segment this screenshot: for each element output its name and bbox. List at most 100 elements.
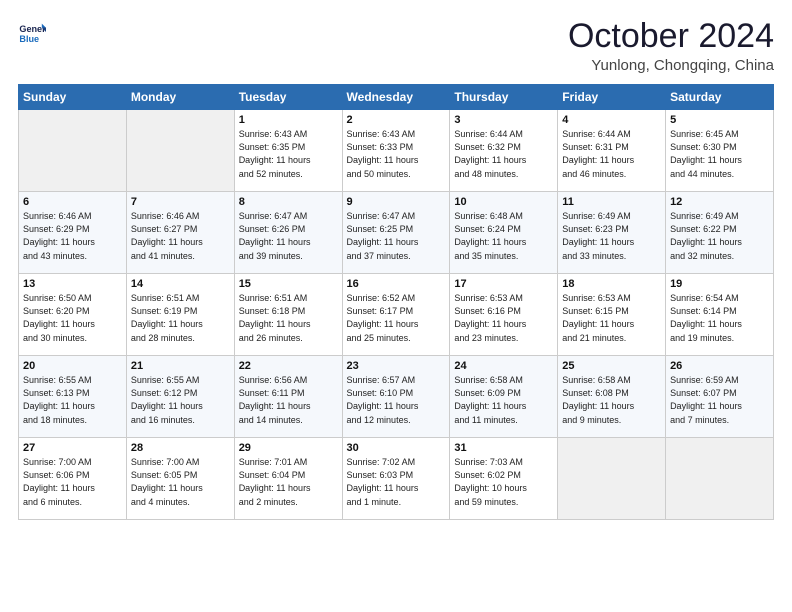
day-number: 23 [347,360,446,372]
day-number: 20 [23,360,122,372]
month-title: October 2024 [568,18,774,55]
calendar-cell: 6Sunrise: 6:46 AM Sunset: 6:29 PM Daylig… [19,192,127,274]
weekday-header-tuesday: Tuesday [234,85,342,110]
calendar-week-row: 20 Sunrise: 6:55 AM Sunset: 6:13 PM Dayli… [19,356,774,438]
day-number: 31 [454,442,553,454]
calendar-cell: 31 Sunrise: 7:03 AM Sunset: 6:02 PM Dayli… [450,438,558,520]
day-number: 10 [454,196,553,208]
day-info: Sunrise: 6:44 AM Sunset: 6:32 PM Dayligh… [454,128,553,180]
day-number: 27 [23,442,122,454]
day-info: Sunrise: 6:46 AM Sunset: 6:27 PM Dayligh… [131,210,230,262]
calendar-cell: 4 Sunrise: 6:44 AM Sunset: 6:31 PM Daylig… [558,110,666,192]
day-info: Sunrise: 6:52 AM Sunset: 6:17 PM Dayligh… [347,292,446,344]
day-number: 3 [454,114,553,126]
weekday-header-row: SundayMondayTuesdayWednesdayThursdayFrid… [19,85,774,110]
day-number: 19 [670,278,769,290]
day-info: Sunrise: 6:53 AM Sunset: 6:15 PM Dayligh… [562,292,661,344]
calendar-cell: 28 Sunrise: 7:00 AM Sunset: 6:05 PM Dayli… [126,438,234,520]
calendar-cell: 27 Sunrise: 7:00 AM Sunset: 6:06 PM Dayli… [19,438,127,520]
calendar-cell: 12 Sunrise: 6:49 AM Sunset: 6:22 PM Dayli… [666,192,774,274]
day-info: Sunrise: 7:03 AM Sunset: 6:02 PM Dayligh… [454,456,553,508]
day-number: 16 [347,278,446,290]
day-number: 2 [347,114,446,126]
calendar-cell: 22 Sunrise: 6:56 AM Sunset: 6:11 PM Dayli… [234,356,342,438]
day-info: Sunrise: 6:51 AM Sunset: 6:18 PM Dayligh… [239,292,338,344]
day-info: Sunrise: 6:46 AM Sunset: 6:29 PM Dayligh… [23,210,122,262]
calendar-cell: 20 Sunrise: 6:55 AM Sunset: 6:13 PM Dayli… [19,356,127,438]
calendar-cell [558,438,666,520]
day-number: 12 [670,196,769,208]
day-number: 25 [562,360,661,372]
calendar-cell: 3 Sunrise: 6:44 AM Sunset: 6:32 PM Daylig… [450,110,558,192]
weekday-header-thursday: Thursday [450,85,558,110]
day-info: Sunrise: 6:57 AM Sunset: 6:10 PM Dayligh… [347,374,446,426]
day-number: 28 [131,442,230,454]
day-number: 24 [454,360,553,372]
calendar-cell: 30Sunrise: 7:02 AM Sunset: 6:03 PM Dayli… [342,438,450,520]
day-info: Sunrise: 6:56 AM Sunset: 6:11 PM Dayligh… [239,374,338,426]
day-info: Sunrise: 6:51 AM Sunset: 6:19 PM Dayligh… [131,292,230,344]
calendar-page: General Blue October 2024 Yunlong, Chong… [0,0,792,612]
location: Yunlong, Chongqing, China [568,57,774,74]
calendar-week-row: 13 Sunrise: 6:50 AM Sunset: 6:20 PM Dayli… [19,274,774,356]
svg-text:Blue: Blue [19,34,39,44]
day-info: Sunrise: 6:58 AM Sunset: 6:09 PM Dayligh… [454,374,553,426]
header: General Blue October 2024 Yunlong, Chong… [18,18,774,74]
title-block: October 2024 Yunlong, Chongqing, China [568,18,774,74]
day-number: 13 [23,278,122,290]
day-info: Sunrise: 6:54 AM Sunset: 6:14 PM Dayligh… [670,292,769,344]
calendar-week-row: 1 Sunrise: 6:43 AM Sunset: 6:35 PM Daylig… [19,110,774,192]
day-info: Sunrise: 7:01 AM Sunset: 6:04 PM Dayligh… [239,456,338,508]
calendar-cell: 23 Sunrise: 6:57 AM Sunset: 6:10 PM Dayli… [342,356,450,438]
day-info: Sunrise: 7:00 AM Sunset: 6:05 PM Dayligh… [131,456,230,508]
day-number: 4 [562,114,661,126]
day-info: Sunrise: 6:55 AM Sunset: 6:12 PM Dayligh… [131,374,230,426]
calendar-week-row: 27 Sunrise: 7:00 AM Sunset: 6:06 PM Dayli… [19,438,774,520]
day-info: Sunrise: 7:00 AM Sunset: 6:06 PM Dayligh… [23,456,122,508]
day-info: Sunrise: 6:49 AM Sunset: 6:23 PM Dayligh… [562,210,661,262]
day-info: Sunrise: 6:55 AM Sunset: 6:13 PM Dayligh… [23,374,122,426]
day-number: 8 [239,196,338,208]
day-info: Sunrise: 6:49 AM Sunset: 6:22 PM Dayligh… [670,210,769,262]
calendar-cell [666,438,774,520]
calendar-cell: 15Sunrise: 6:51 AM Sunset: 6:18 PM Dayli… [234,274,342,356]
calendar-cell: 11 Sunrise: 6:49 AM Sunset: 6:23 PM Dayli… [558,192,666,274]
calendar-cell: 24 Sunrise: 6:58 AM Sunset: 6:09 PM Dayli… [450,356,558,438]
calendar-cell: 7Sunrise: 6:46 AM Sunset: 6:27 PM Daylig… [126,192,234,274]
day-number: 14 [131,278,230,290]
day-info: Sunrise: 6:50 AM Sunset: 6:20 PM Dayligh… [23,292,122,344]
day-number: 21 [131,360,230,372]
calendar-week-row: 6Sunrise: 6:46 AM Sunset: 6:29 PM Daylig… [19,192,774,274]
calendar-cell: 2 Sunrise: 6:43 AM Sunset: 6:33 PM Daylig… [342,110,450,192]
day-number: 5 [670,114,769,126]
calendar-cell: 17Sunrise: 6:53 AM Sunset: 6:16 PM Dayli… [450,274,558,356]
day-number: 30 [347,442,446,454]
day-number: 18 [562,278,661,290]
calendar-cell: 13 Sunrise: 6:50 AM Sunset: 6:20 PM Dayli… [19,274,127,356]
day-info: Sunrise: 6:43 AM Sunset: 6:35 PM Dayligh… [239,128,338,180]
day-info: Sunrise: 6:59 AM Sunset: 6:07 PM Dayligh… [670,374,769,426]
calendar-cell: 16 Sunrise: 6:52 AM Sunset: 6:17 PM Dayli… [342,274,450,356]
day-info: Sunrise: 6:45 AM Sunset: 6:30 PM Dayligh… [670,128,769,180]
day-info: Sunrise: 6:43 AM Sunset: 6:33 PM Dayligh… [347,128,446,180]
calendar-cell: 14 Sunrise: 6:51 AM Sunset: 6:19 PM Dayli… [126,274,234,356]
day-info: Sunrise: 6:44 AM Sunset: 6:31 PM Dayligh… [562,128,661,180]
day-number: 22 [239,360,338,372]
calendar-cell: 1 Sunrise: 6:43 AM Sunset: 6:35 PM Daylig… [234,110,342,192]
day-info: Sunrise: 6:48 AM Sunset: 6:24 PM Dayligh… [454,210,553,262]
day-number: 11 [562,196,661,208]
day-info: Sunrise: 6:58 AM Sunset: 6:08 PM Dayligh… [562,374,661,426]
calendar-cell: 25 Sunrise: 6:58 AM Sunset: 6:08 PM Dayli… [558,356,666,438]
weekday-header-sunday: Sunday [19,85,127,110]
calendar-cell: 21 Sunrise: 6:55 AM Sunset: 6:12 PM Dayli… [126,356,234,438]
calendar-cell [19,110,127,192]
calendar-cell [126,110,234,192]
day-number: 29 [239,442,338,454]
day-info: Sunrise: 6:47 AM Sunset: 6:25 PM Dayligh… [347,210,446,262]
day-info: Sunrise: 6:47 AM Sunset: 6:26 PM Dayligh… [239,210,338,262]
day-number: 1 [239,114,338,126]
calendar-cell: 29 Sunrise: 7:01 AM Sunset: 6:04 PM Dayli… [234,438,342,520]
weekday-header-monday: Monday [126,85,234,110]
weekday-header-friday: Friday [558,85,666,110]
calendar-cell: 19 Sunrise: 6:54 AM Sunset: 6:14 PM Dayli… [666,274,774,356]
